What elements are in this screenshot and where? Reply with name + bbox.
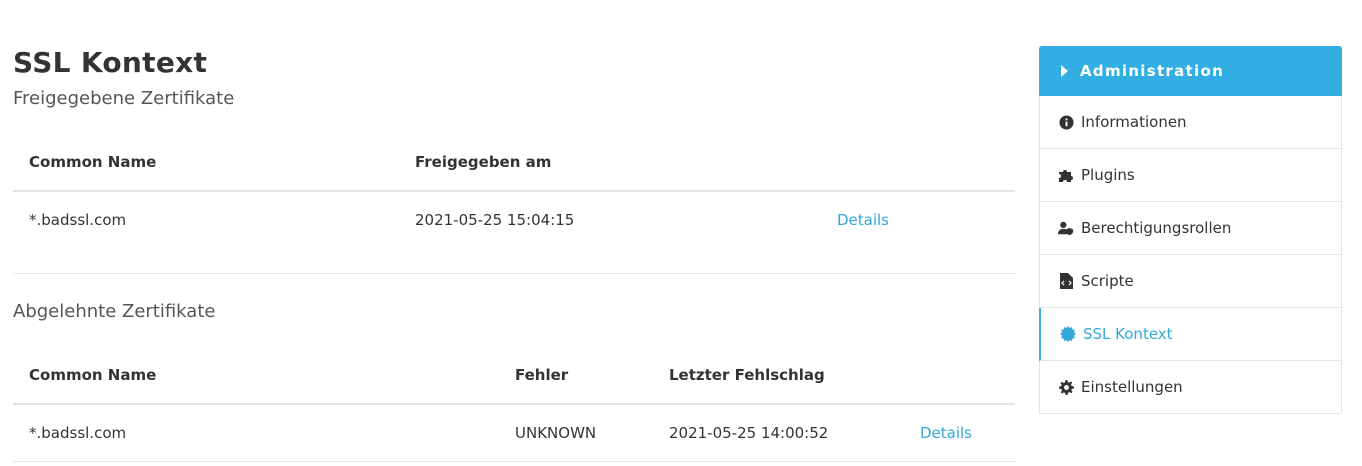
cell-common-name: *.badssl.com <box>29 424 127 442</box>
cell-last-failure: 2021-05-25 14:00:52 <box>669 424 829 442</box>
details-link[interactable]: Details <box>920 424 972 442</box>
sidebar-item-ssl-kontext[interactable]: SSL Kontext <box>1039 308 1342 361</box>
column-header-last-failure: Letzter Fehlschlag <box>669 366 825 384</box>
puzzle-icon <box>1058 167 1074 183</box>
admin-sidebar: Administration Informationen Plugins Ber… <box>1039 46 1342 414</box>
table-divider <box>13 190 1015 192</box>
caret-right-icon <box>1061 65 1068 77</box>
sidebar-item-label: Plugins <box>1081 166 1135 184</box>
gear-icon <box>1058 379 1074 395</box>
certificate-icon <box>1060 326 1076 342</box>
column-header-approved-at: Freigegeben am <box>415 153 552 171</box>
cell-error: UNKNOWN <box>515 424 597 442</box>
info-circle-icon <box>1058 114 1074 130</box>
sidebar-title: Administration <box>1080 62 1225 80</box>
rejected-section-title: Abgelehnte Zertifikate <box>13 301 216 322</box>
sidebar-item-label: Einstellungen <box>1081 378 1183 396</box>
sidebar-item-einstellungen[interactable]: Einstellungen <box>1039 361 1342 414</box>
table-divider <box>13 273 1015 274</box>
sidebar-item-berechtigungsrollen[interactable]: Berechtigungsrollen <box>1039 202 1342 255</box>
sidebar-item-plugins[interactable]: Plugins <box>1039 149 1342 202</box>
sidebar-item-label: Informationen <box>1081 113 1187 131</box>
sidebar-item-label: Scripte <box>1081 272 1134 290</box>
column-header-common-name: Common Name <box>29 153 157 171</box>
file-code-icon <box>1058 273 1074 289</box>
sidebar-item-scripte[interactable]: Scripte <box>1039 255 1342 308</box>
cell-approved-at: 2021-05-25 15:04:15 <box>415 211 575 229</box>
user-shield-icon <box>1058 220 1074 236</box>
sidebar-header[interactable]: Administration <box>1039 46 1342 96</box>
column-header-common-name: Common Name <box>29 366 157 384</box>
sidebar-item-label: SSL Kontext <box>1083 325 1173 343</box>
cell-common-name: *.badssl.com <box>29 211 127 229</box>
page-title: SSL Kontext <box>13 46 208 79</box>
sidebar-item-label: Berechtigungsrollen <box>1081 219 1232 237</box>
table-divider <box>13 461 1015 462</box>
sidebar-item-informationen[interactable]: Informationen <box>1039 96 1342 149</box>
column-header-error: Fehler <box>515 366 569 384</box>
approved-section-title: Freigegebene Zertifikate <box>13 88 235 109</box>
details-link[interactable]: Details <box>837 211 889 229</box>
table-divider <box>13 403 1015 405</box>
